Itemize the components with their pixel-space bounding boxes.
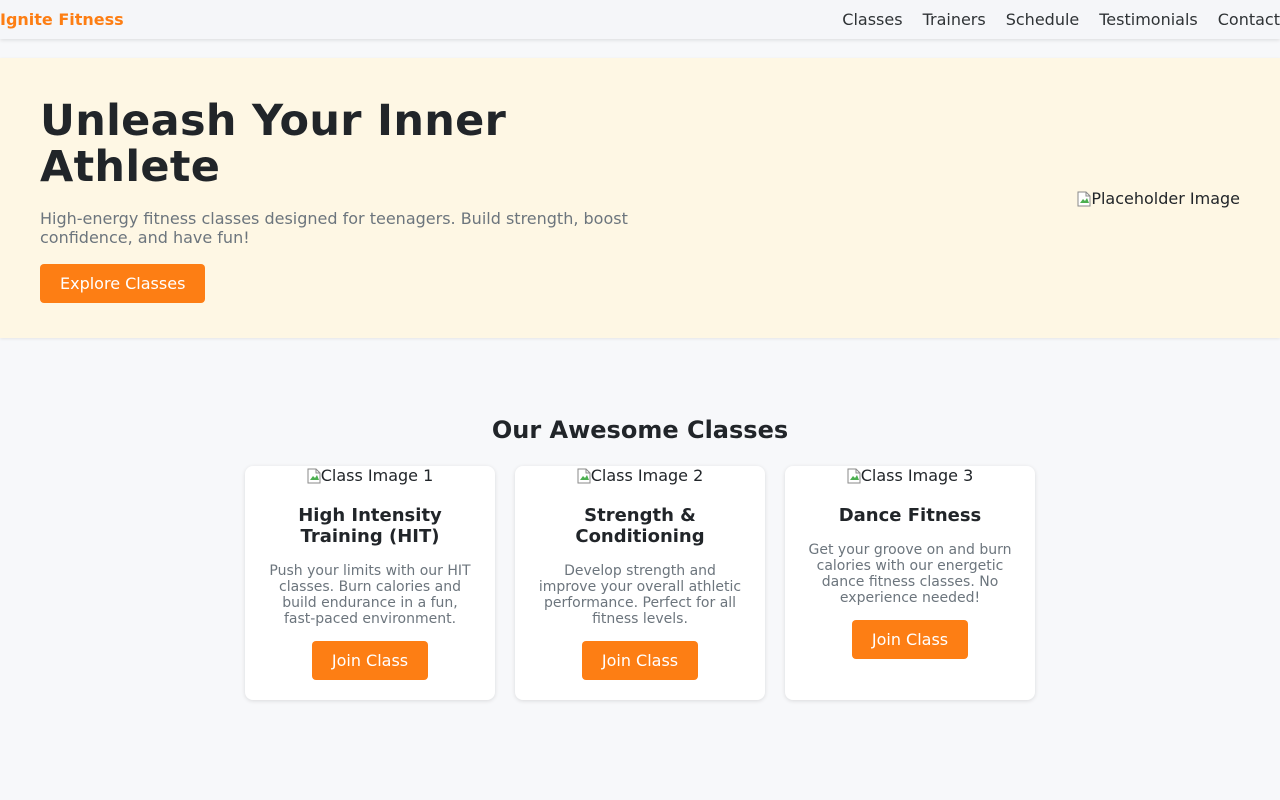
top-navbar: Ignite Fitness Classes Trainers Schedule… (0, 0, 1280, 39)
hero-title: Unleash Your Inner Athlete (40, 96, 507, 192)
class-card-strength: Class Image 2 Strength & Conditioning De… (515, 466, 765, 700)
class-card-title: High Intensity Training (HIT) (298, 505, 442, 547)
class-card-image-alt: Class Image 3 (860, 466, 974, 485)
class-card-title: Strength & Conditioning (575, 505, 705, 547)
broken-image-icon (847, 468, 861, 484)
class-card-image-alt: Class Image 1 (320, 466, 434, 485)
nav-link-trainers[interactable]: Trainers (923, 10, 986, 29)
hero-placeholder-image: Placeholder Image (1077, 189, 1240, 208)
hero-text: Unleash Your Inner Athlete High-energy f… (40, 98, 660, 303)
brand-logo-link[interactable]: Ignite Fitness (0, 10, 124, 29)
class-card-image-alt: Class Image 2 (590, 466, 704, 485)
join-class-button[interactable]: Join Class (581, 641, 699, 680)
class-card-image: Class Image 3 (785, 466, 1035, 485)
nav-link-classes[interactable]: Classes (842, 10, 902, 29)
join-class-button[interactable]: Join Class (851, 620, 969, 659)
nav-links: Classes Trainers Schedule Testimonials C… (842, 10, 1280, 29)
classes-section-title: Our Awesome Classes (491, 416, 789, 444)
hero-subtitle: High-energy fitness classes designed for… (40, 209, 628, 247)
nav-link-contact[interactable]: Contact (1218, 10, 1280, 29)
class-card-title: Dance Fitness (838, 505, 982, 526)
class-card-description: Push your limits with our HIT classes. B… (269, 563, 471, 627)
class-card-image: Class Image 2 (515, 466, 765, 485)
class-card-description: Get your groove on and burn calories wit… (808, 542, 1012, 606)
class-card-description: Develop strength and improve your overal… (538, 563, 742, 627)
broken-image-icon (577, 468, 591, 484)
hero-section: Unleash Your Inner Athlete High-energy f… (0, 58, 1280, 338)
nav-link-testimonials[interactable]: Testimonials (1099, 10, 1198, 29)
explore-classes-button[interactable]: Explore Classes (40, 264, 206, 303)
class-card-hit: Class Image 1 High Intensity Training (H… (245, 466, 495, 700)
broken-image-icon (1077, 191, 1091, 207)
join-class-button[interactable]: Join Class (311, 641, 429, 680)
broken-image-icon (307, 468, 321, 484)
hero-image-alt-text: Placeholder Image (1091, 189, 1240, 208)
nav-link-schedule[interactable]: Schedule (1006, 10, 1080, 29)
class-cards: Class Image 1 High Intensity Training (H… (245, 466, 1035, 700)
class-card-dance: Class Image 3 Dance Fitness Get your gro… (785, 466, 1035, 700)
class-card-image: Class Image 1 (245, 466, 495, 485)
